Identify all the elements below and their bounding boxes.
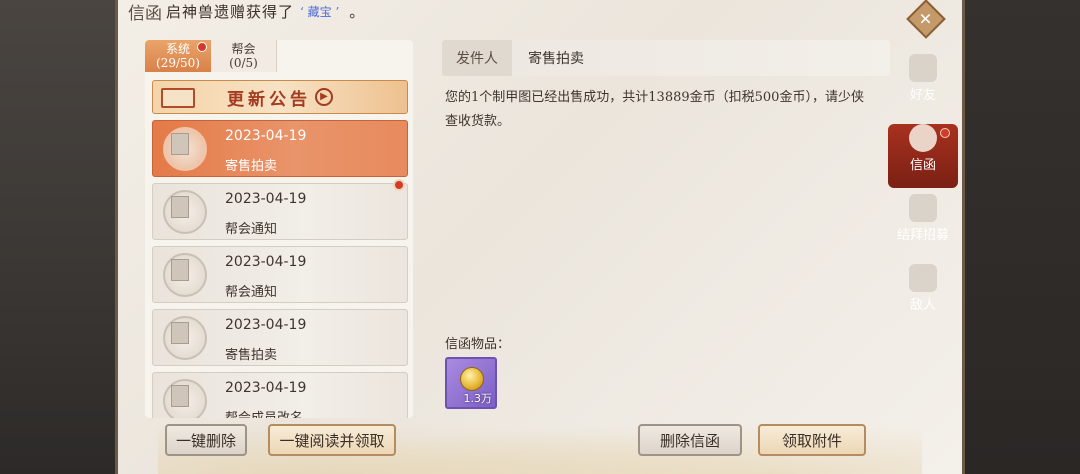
mail-type: 帮会通知 — [225, 222, 278, 237]
marquee-item: ‘ 藏宝 ’ — [300, 4, 340, 19]
mail-date: 2023-04-19 — [225, 128, 307, 144]
sidebar-item-recruit[interactable]: 结拜招募 — [888, 194, 958, 258]
mail-type: 帮会成员改名 — [225, 407, 303, 418]
mail-type: 寄售拍卖 — [225, 159, 278, 174]
friends-icon — [909, 54, 937, 82]
claim-attachment-button[interactable]: 领取附件 — [758, 424, 866, 456]
mail-date: 2023-04-19 — [225, 254, 307, 270]
sender-label: 发件人 — [442, 40, 512, 76]
mail-date: 2023-04-19 — [225, 317, 307, 333]
attachment-item[interactable]: 1.3万 — [445, 357, 497, 409]
notification-dot — [940, 128, 950, 138]
mail-type: 寄售拍卖 — [225, 348, 278, 363]
attachments-label: 信函物品： — [445, 337, 511, 352]
unread-badge — [393, 179, 405, 191]
tab-guild-count: (0/5) — [229, 56, 258, 70]
mail-item[interactable]: 2023-04-19 帮会成员改名 — [152, 372, 408, 418]
mail-body: 您的1个制甲图已经出售成功，共计13889金币（扣税500金币），请少侠查收货款… — [445, 90, 864, 129]
recruit-icon — [909, 194, 937, 222]
sidebar-item-enemy[interactable]: 敌人 — [888, 264, 958, 328]
window-title: 信函 — [128, 3, 162, 24]
letter-icon — [163, 190, 207, 234]
mail-item[interactable]: 2023-04-19 帮会通知 — [152, 179, 408, 240]
mail-item[interactable]: 2023-04-19 寄售拍卖 — [152, 120, 408, 177]
arrow-right-icon: ▶ — [315, 88, 333, 106]
letter-icon — [163, 379, 207, 418]
scroll-icon — [161, 88, 195, 108]
delete-all-button[interactable]: 一键删除 — [165, 424, 247, 456]
background-left — [0, 0, 120, 474]
tab-system-count: (29/50) — [156, 56, 200, 70]
update-announcement-button[interactable]: 更新公告 ▶ — [152, 80, 408, 114]
marquee-end: 。 — [349, 2, 365, 21]
mail-icon — [909, 124, 937, 152]
mail-item[interactable]: 2023-04-19 帮会通知 — [152, 246, 408, 303]
sidebar-item-mail[interactable]: 信函 — [888, 124, 958, 188]
background-right — [960, 0, 1080, 474]
letter-icon — [163, 253, 207, 297]
announcement-label: 更新公告 — [227, 89, 311, 110]
close-icon: ✕ — [919, 9, 933, 29]
sidebar-item-label: 信函 — [909, 158, 936, 173]
sender-name: 寄售拍卖 — [528, 51, 584, 67]
mail-date: 2023-04-19 — [225, 191, 307, 207]
delete-mail-button[interactable]: 删除信函 — [638, 424, 742, 456]
mail-detail-header: 发件人 寄售拍卖 — [442, 40, 890, 76]
read-all-claim-button[interactable]: 一键阅读并领取 — [268, 424, 396, 456]
mail-list-panel: 系统 (29/50) 帮会 (0/5) 更新公告 ▶ 2023-04-19 寄售… — [145, 40, 413, 418]
tab-guild[interactable]: 帮会 (0/5) — [211, 40, 277, 72]
sidebar-item-label: 结拜招募 — [896, 228, 949, 243]
enemy-icon — [909, 264, 937, 292]
gold-coin-icon — [460, 367, 484, 391]
mail-item[interactable]: 2023-04-19 寄售拍卖 — [152, 309, 408, 366]
marquee-banner: 信函 启神兽遗赠获得了 ‘ 藏宝 ’ 。 — [128, 0, 428, 24]
sidebar-item-friends[interactable]: 好友 — [888, 54, 958, 118]
notification-dot — [197, 42, 207, 52]
mail-type: 帮会通知 — [225, 285, 278, 300]
mail-list: 2023-04-19 寄售拍卖 2023-04-19 帮会通知 2023-04-… — [152, 120, 408, 418]
tab-system[interactable]: 系统 (29/50) — [145, 40, 211, 72]
item-count: 1.3万 — [463, 392, 493, 405]
mail-tabs: 系统 (29/50) 帮会 (0/5) — [145, 40, 413, 72]
sidebar-item-label: 敌人 — [909, 298, 936, 313]
sidebar-item-label: 好友 — [909, 88, 936, 103]
social-sidebar: 好友 信函 结拜招募 敌人 — [888, 48, 958, 330]
letter-icon — [163, 316, 207, 360]
letter-icon — [163, 127, 207, 171]
marquee-text: 启神兽遗赠获得了 — [166, 2, 295, 21]
mail-date: 2023-04-19 — [225, 380, 307, 396]
tab-guild-label: 帮会 — [231, 42, 256, 56]
